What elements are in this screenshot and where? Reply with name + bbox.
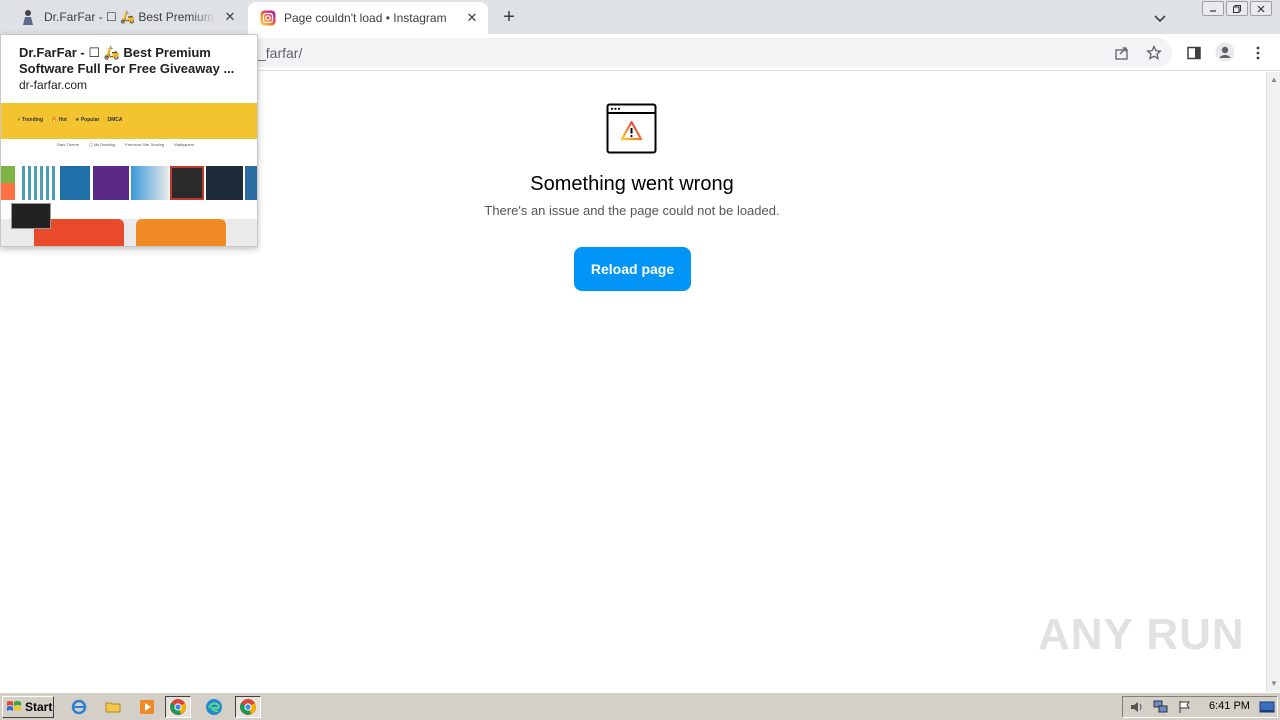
- share-icon[interactable]: [1112, 43, 1132, 63]
- tab-hover-card: Dr.FarFar - ☐ 🛵 Best Premium Software Fu…: [0, 34, 258, 247]
- watermark-text: ANY RUN: [1038, 610, 1245, 659]
- preview-thumbnail: [60, 166, 90, 200]
- preview-link: Wallpapers: [174, 142, 195, 147]
- edge-taskbar-icon[interactable]: [201, 696, 227, 718]
- chrome-taskbar-icon[interactable]: [165, 696, 191, 718]
- preview-thumbnail: [1, 166, 15, 200]
- restore-icon[interactable]: [1226, 1, 1248, 16]
- action-center-flag-icon[interactable]: [1177, 700, 1193, 719]
- instagram-favicon-icon: [260, 10, 276, 26]
- hover-card-preview: ⚡ Trending 🔥 Hot ★ Popular DMCA Dark The…: [1, 103, 257, 246]
- tab-title: Dr.FarFar - ☐ 🛵 Best Premium Software Fu…: [44, 10, 216, 24]
- preview-link: Dark Theme: [57, 142, 79, 147]
- chevron-down-icon[interactable]: [1150, 8, 1170, 28]
- close-window-icon[interactable]: [1250, 1, 1272, 16]
- hover-card-title: Dr.FarFar - ☐ 🛵 Best Premium Software Fu…: [19, 45, 235, 76]
- start-button[interactable]: Start: [2, 696, 54, 718]
- ie-quicklaunch-icon[interactable]: [66, 696, 92, 718]
- preview-thumbnail: [131, 166, 169, 200]
- more-menu-icon[interactable]: [1248, 43, 1268, 63]
- show-desktop-icon[interactable]: [1259, 701, 1275, 719]
- windows-taskbar: Start 6:41 PM: [0, 692, 1280, 720]
- chrome-taskbar-icon-2[interactable]: [235, 696, 261, 718]
- preview-links: Dark Theme ▢ Mk Reading Premium Site Ten…: [57, 142, 194, 147]
- preview-thumbnails: [1, 166, 257, 206]
- preview-link: ▢ Mk Reading: [88, 142, 116, 147]
- scroll-down-icon[interactable]: ▼: [1269, 679, 1279, 689]
- volume-icon[interactable]: [1129, 700, 1145, 719]
- system-tray: 6:41 PM: [1122, 696, 1278, 718]
- broken-page-warning-icon: [606, 103, 658, 155]
- tab-strip: Dr.FarFar - ☐ 🛵 Best Premium Software Fu…: [0, 0, 1280, 34]
- preview-thumbnail: [93, 166, 129, 200]
- preview-thumbnail: [245, 166, 257, 200]
- tab-close-icon[interactable]: ✕: [222, 9, 238, 25]
- preview-nav: ⚡ Trending 🔥 Hot ★ Popular DMCA: [17, 117, 122, 123]
- minimize-icon[interactable]: [1202, 1, 1224, 16]
- window-controls: [1202, 1, 1272, 16]
- bookmark-star-icon[interactable]: [1144, 43, 1164, 63]
- preview-nav-item: ⚡ Trending: [17, 117, 44, 123]
- explorer-quicklaunch-icon[interactable]: [100, 696, 126, 718]
- preview-thumbnail: [19, 166, 55, 200]
- vertical-scrollbar[interactable]: ▲ ▼: [1266, 72, 1280, 692]
- side-panel-icon[interactable]: [1184, 43, 1204, 63]
- new-tab-button[interactable]: +: [498, 7, 520, 29]
- preview-card-amber: [136, 219, 226, 246]
- scroll-up-icon[interactable]: ▲: [1269, 75, 1279, 85]
- preview-popup-thumb: [11, 203, 51, 229]
- tab-close-icon[interactable]: ✕: [464, 10, 480, 26]
- clock[interactable]: 6:41 PM: [1209, 700, 1250, 712]
- tab-title: Page couldn't load • Instagram: [284, 11, 447, 25]
- url-text[interactable]: _farfar/: [258, 45, 302, 61]
- preview-nav-item: ★ Popular: [74, 117, 100, 123]
- hover-card-domain: dr-farfar.com: [19, 78, 88, 92]
- preview-nav-item: 🔥 Hot: [51, 117, 67, 123]
- preview-thumbnail: [206, 166, 243, 200]
- windows-logo-icon: [7, 701, 21, 711]
- drfarfar-favicon-icon: [20, 9, 36, 25]
- tab-drfarfar[interactable]: Dr.FarFar - ☐ 🛵 Best Premium Software Fu…: [8, 0, 246, 34]
- tab-instagram[interactable]: Page couldn't load • Instagram ✕: [248, 2, 488, 34]
- start-label: Start: [25, 700, 53, 714]
- preview-thumbnail: [170, 166, 204, 200]
- profile-avatar-icon[interactable]: [1215, 42, 1235, 62]
- reload-page-button[interactable]: Reload page: [574, 247, 691, 291]
- preview-link: Premium Site Tending: [125, 142, 165, 147]
- network-icon[interactable]: [1153, 700, 1169, 719]
- preview-nav-item: DMCA: [107, 117, 123, 123]
- media-player-quicklaunch-icon[interactable]: [134, 696, 160, 718]
- anyrun-watermark: ANY RUN: [1038, 610, 1245, 660]
